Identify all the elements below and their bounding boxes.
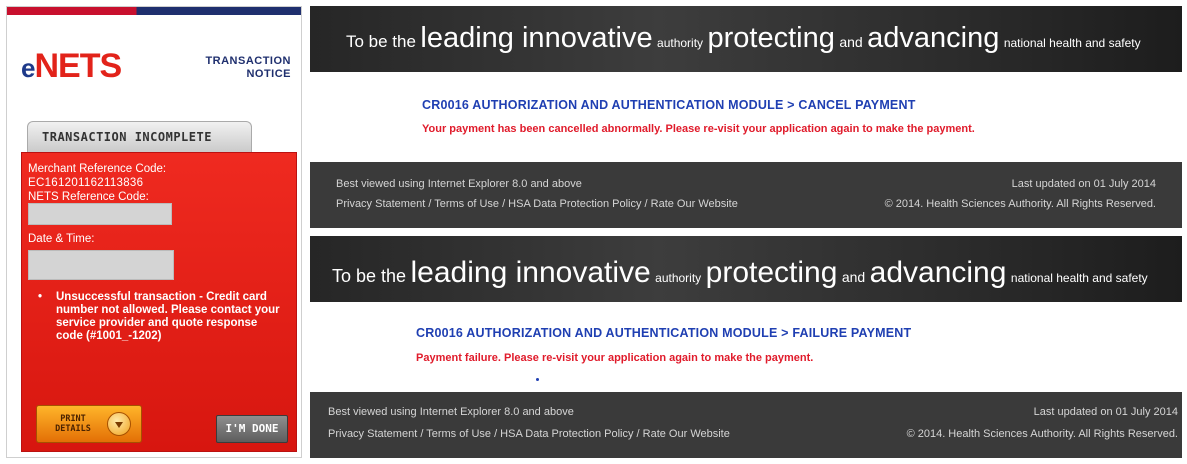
im-done-button[interactable]: I'M DONE: [216, 415, 288, 443]
footer-links[interactable]: Privacy Statement / Terms of Use / HSA D…: [328, 428, 730, 440]
error-message-text: Unsuccessful transaction - Credit card n…: [56, 291, 280, 342]
error-message: Your payment has been cancelled abnormal…: [422, 123, 975, 135]
play-arrow-icon: [107, 412, 131, 436]
browser-note: Best viewed using Internet Explorer 8.0 …: [336, 178, 582, 190]
hsa-failure-payment-panel: To be the leading innovative authority p…: [310, 236, 1182, 462]
stray-dot: [536, 378, 539, 381]
last-updated: Last updated on 01 July 2014: [1011, 178, 1156, 190]
transaction-status-tab: TRANSACTION INCOMPLETE: [27, 121, 252, 153]
tagline-part-3: authority: [657, 36, 704, 50]
transaction-notice-heading: TRANSACTION NOTICE: [171, 55, 291, 81]
tagline-part-7: national health and safety: [1010, 271, 1148, 285]
notice-line-1: TRANSACTION: [205, 55, 291, 67]
print-details-label: PRINT DETAILS: [55, 414, 91, 434]
tagline-part-4: protecting: [707, 22, 835, 54]
hsa-cancel-payment-panel: To be the leading innovative authority p…: [310, 6, 1182, 232]
tagline-part-1: To be the: [346, 32, 416, 51]
datetime-redacted: [28, 250, 174, 280]
site-footer: Best viewed using Internet Explorer 8.0 …: [310, 162, 1182, 228]
print-details-button[interactable]: PRINT DETAILS: [36, 405, 142, 443]
footer-links[interactable]: Privacy Statement / Terms of Use / HSA D…: [336, 198, 738, 210]
page-content: CR0016 AUTHORIZATION AND AUTHENTICATION …: [310, 72, 1182, 162]
tagline-part-4: protecting: [705, 256, 838, 289]
error-message: Payment failure. Please re-visit your ap…: [416, 352, 814, 364]
hsa-tagline: To be the leading innovative authority p…: [346, 22, 1141, 55]
browser-note: Best viewed using Internet Explorer 8.0 …: [328, 406, 574, 418]
enets-transaction-panel: eNETS TRANSACTION NOTICE TRANSACTION INC…: [6, 6, 302, 458]
enets-logo-nets: NETS: [34, 47, 122, 85]
tagline-part-6: advancing: [867, 22, 1000, 54]
site-footer: Best viewed using Internet Explorer 8.0 …: [310, 392, 1182, 458]
hsa-banner: To be the leading innovative authority p…: [310, 6, 1182, 72]
copyright: © 2014. Health Sciences Authority. All R…: [906, 428, 1178, 440]
bullet-dot: •: [38, 291, 43, 303]
merchant-reference-label: Merchant Reference Code:: [28, 163, 167, 175]
hsa-tagline: To be the leading innovative authority p…: [332, 256, 1148, 290]
merchant-reference-value: EC161201162113836: [28, 177, 144, 189]
tagline-part-3: authority: [655, 271, 702, 285]
copyright: © 2014. Health Sciences Authority. All R…: [884, 198, 1156, 210]
enets-logo-e: e: [21, 53, 36, 83]
page-title: CR0016 AUTHORIZATION AND AUTHENTICATION …: [422, 98, 916, 112]
tagline-part-2: leading innovative: [420, 22, 653, 54]
datetime-label: Date & Time:: [28, 233, 95, 245]
error-message: • Unsuccessful transaction - Credit card…: [38, 291, 286, 343]
last-updated: Last updated on 01 July 2014: [1033, 406, 1178, 418]
transaction-status-label: TRANSACTION INCOMPLETE: [42, 130, 212, 144]
tagline-part-5: and: [839, 34, 863, 50]
tagline-part-5: and: [841, 269, 866, 285]
enets-top-bar: [7, 7, 301, 15]
tagline-part-2: leading innovative: [410, 256, 651, 289]
tagline-part-1: To be the: [332, 266, 407, 286]
nets-reference-redacted: [28, 203, 172, 225]
enets-logo: eNETS: [21, 47, 122, 86]
page-title: CR0016 AUTHORIZATION AND AUTHENTICATION …: [416, 326, 912, 340]
hsa-banner: To be the leading innovative authority p…: [310, 236, 1182, 302]
notice-line-2: NOTICE: [246, 68, 291, 80]
transaction-details-box: Merchant Reference Code: EC1612011621138…: [21, 152, 297, 452]
tagline-part-6: advancing: [869, 256, 1007, 289]
page-content: CR0016 AUTHORIZATION AND AUTHENTICATION …: [310, 302, 1182, 392]
tagline-part-7: national health and safety: [1003, 36, 1141, 50]
